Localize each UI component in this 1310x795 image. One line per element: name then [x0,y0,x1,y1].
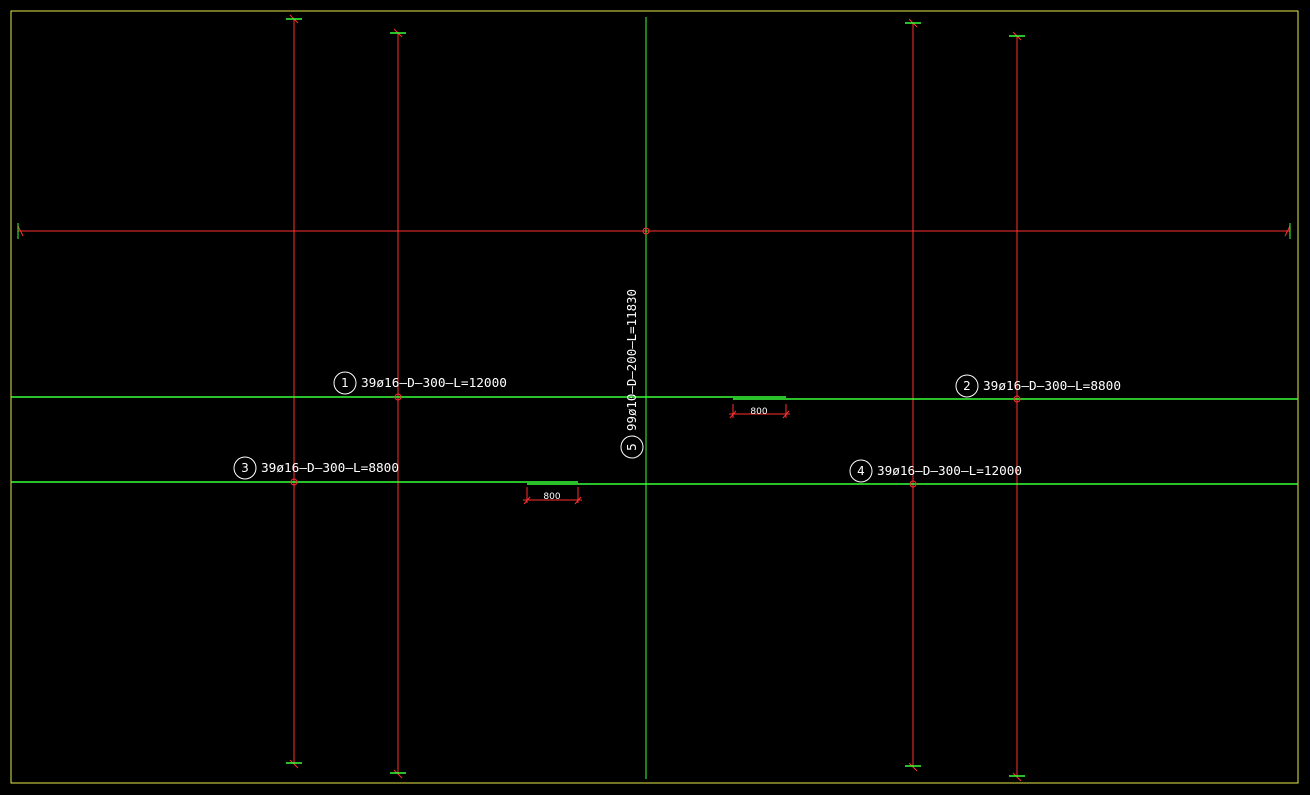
lap-dimension-2-text: 800 [543,492,560,502]
callout-bar-3-mark: 3 [241,461,249,475]
callout-bar-1: 1 39ø16—D—300—L=12000 [333,371,507,395]
callout-bar-3-spec: 39ø16—D—300—L=8800 [261,460,399,475]
callout-bar-4: 4 39ø16—D—300—L=12000 [849,459,1022,483]
callout-bar-4-spec: 39ø16—D—300—L=12000 [877,463,1022,478]
callout-bar-5-mark: 5 [625,443,639,451]
horizontal-red-bar [17,225,1291,237]
rebar-layout-drawing: 800 800 1 39ø16—D—300—L=12000 2 39ø16—D—… [0,0,1310,795]
lap-dimension-2: 800 [523,487,582,505]
callout-bar-2: 2 39ø16—D—300—L=8800 [955,374,1121,398]
vertical-red-bars [289,14,1022,782]
callout-bar-3: 3 39ø16—D—300—L=8800 [233,456,399,480]
green-main-bars [11,17,1298,779]
callout-bar-5: 5 99ø10—D—200—L=11830 [620,289,644,459]
callout-bar-5-spec: 99ø10—D—200—L=11830 [624,289,639,431]
callout-bar-4-mark: 4 [857,464,865,478]
callout-bar-2-spec: 39ø16—D—300—L=8800 [983,378,1121,393]
intersection-markers [290,227,1021,488]
lap-dimension-1: 800 [729,404,790,419]
callout-bar-1-mark: 1 [341,376,349,390]
callout-bar-1-spec: 39ø16—D—300—L=12000 [361,375,507,390]
lap-dimension-1-text: 800 [750,407,767,417]
callout-bar-2-mark: 2 [963,379,971,393]
